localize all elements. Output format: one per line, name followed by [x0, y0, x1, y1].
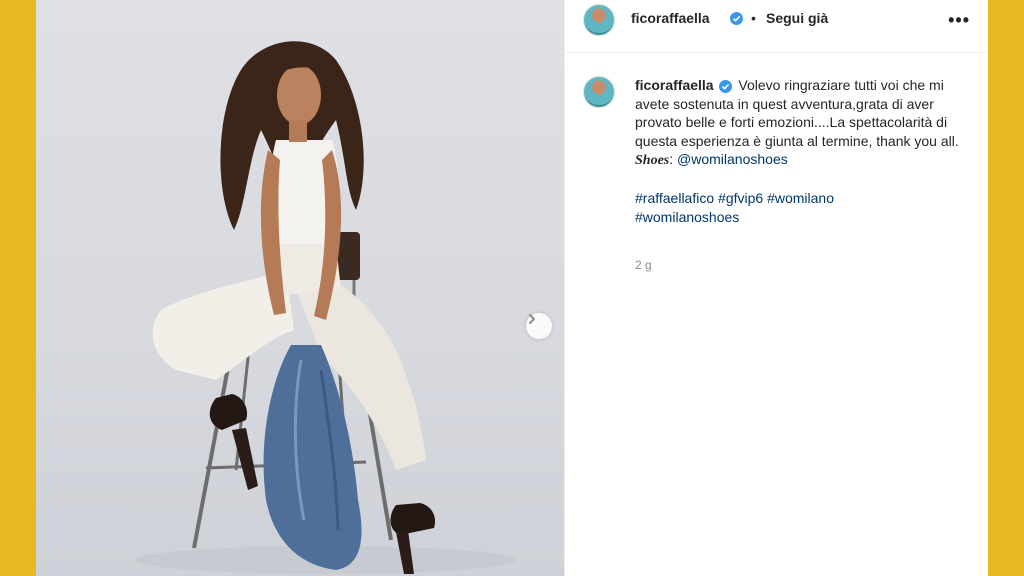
header-username[interactable]: ficoraffaella	[631, 10, 710, 26]
caption-avatar[interactable]	[583, 76, 615, 108]
mention-link[interactable]: @womilanoshoes	[677, 151, 788, 167]
chevron-right-icon	[529, 314, 535, 324]
caption-verified-icon	[719, 80, 733, 93]
avatar[interactable]	[583, 4, 615, 36]
post-header: ficoraffaella • Segui già •••	[565, 0, 988, 53]
post-sidebar: ficoraffaella • Segui già ••• ficoraffae…	[564, 0, 988, 576]
caption-username[interactable]: ficoraffaella	[635, 77, 714, 93]
post-photo[interactable]	[36, 0, 564, 576]
hashtag-link[interactable]: #gfvip6	[718, 190, 763, 206]
shoes-label: Shoes	[635, 153, 670, 168]
verified-badge-icon	[730, 12, 743, 25]
post-caption: ficoraffaella Volevo ringraziare tutti v…	[635, 76, 975, 226]
model-photo-illustration	[136, 41, 516, 574]
next-photo-button[interactable]	[526, 313, 552, 339]
post-age[interactable]: 2 g	[635, 258, 652, 272]
separator-dot: •	[751, 10, 756, 26]
hashtag-link[interactable]: #womilanoshoes	[635, 209, 739, 225]
instagram-post: ficoraffaella • Segui già ••• ficoraffae…	[36, 0, 988, 576]
more-options-icon[interactable]: •••	[948, 10, 970, 31]
hashtag-link[interactable]: #womilano	[767, 190, 834, 206]
shoes-separator: :	[669, 151, 674, 167]
following-button[interactable]: Segui già	[766, 10, 828, 26]
hashtag-link[interactable]: #raffaellafico	[635, 190, 714, 206]
